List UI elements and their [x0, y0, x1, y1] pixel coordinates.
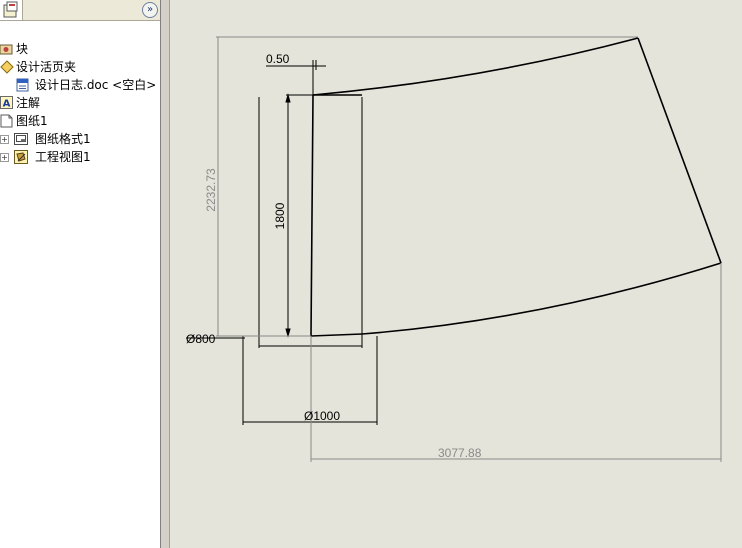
tree-item-sheet1[interactable]: 图纸1: [0, 113, 160, 129]
left-edge: [310, 94, 314, 337]
unrolled-cone-geometry: [310, 37, 722, 337]
word-doc-icon: [16, 78, 29, 92]
tree-item-label: 设计活页夹: [16, 60, 77, 74]
dim-1800-arrow-bottom: [285, 328, 291, 338]
annotation-icon: A: [0, 96, 13, 110]
feature-manager-toolbar: »: [0, 0, 160, 21]
tree-item-label: 注解: [16, 96, 41, 110]
tree-item-design-binder[interactable]: 设计活页夹: [0, 59, 160, 75]
dim-1800-arrow-top: [285, 93, 291, 103]
drawing-canvas[interactable]: 0.50 1800 2232.73 Ø800 Ø1000 3077.88: [170, 0, 742, 548]
bottom-segment: [310, 333, 363, 337]
dim-text-inner-height[interactable]: 1800: [273, 202, 287, 229]
tree-item-label: 图纸格式1: [35, 132, 91, 146]
block-icon: [0, 44, 13, 55]
top-arc: [312, 37, 639, 96]
bottom-arc: [361, 262, 722, 335]
dimension-lines: [186, 60, 378, 425]
expand-toggle[interactable]: +: [0, 135, 9, 144]
dim-text-large-diameter[interactable]: Ø1000: [304, 409, 340, 423]
right-edge: [637, 37, 722, 264]
tree-item-label: 图纸1: [16, 114, 48, 128]
expand-toggle[interactable]: +: [0, 153, 9, 162]
dim-text-top-offset[interactable]: 0.50: [266, 52, 290, 66]
tree-item-label: 设计日志.doc <空白>: [35, 78, 157, 92]
sheet-format-icon: [14, 133, 28, 145]
feature-manager-panel: » 块 设计活页夹 设计日志.doc <空白> A 注解 图纸1 + 图纸格式1…: [0, 0, 161, 548]
tree-item-sheet-format1[interactable]: + 图纸格式1: [0, 131, 160, 147]
dim-text-small-diameter[interactable]: Ø800: [186, 332, 216, 346]
tree-item-label: 工程视图1: [35, 150, 91, 164]
tree-item-annotations[interactable]: A 注解: [0, 95, 160, 111]
dim-text-total-height[interactable]: 2232.73: [204, 168, 218, 212]
feature-manager-tab[interactable]: [0, 0, 23, 20]
reference-dimension-lines: [216, 36, 722, 462]
expand-panel-button[interactable]: »: [142, 2, 158, 18]
drawing-sheet: 0.50 1800 2232.73 Ø800 Ø1000 3077.88: [186, 36, 722, 462]
panel-splitter[interactable]: [161, 0, 170, 548]
feature-tree-icon: [3, 1, 18, 18]
svg-text:A: A: [3, 99, 11, 110]
sheet-icon: [0, 114, 13, 128]
tree-item-label: 块: [16, 42, 29, 56]
dim-text-total-width[interactable]: 3077.88: [438, 446, 482, 460]
tree-item-drawing-view1[interactable]: + 工程视图1: [0, 149, 160, 165]
drawing-view-icon: [14, 150, 28, 164]
design-binder-icon: [0, 60, 14, 74]
tree-item-blocks[interactable]: 块: [0, 41, 160, 57]
tree-item-design-log[interactable]: 设计日志.doc <空白>: [0, 77, 160, 93]
